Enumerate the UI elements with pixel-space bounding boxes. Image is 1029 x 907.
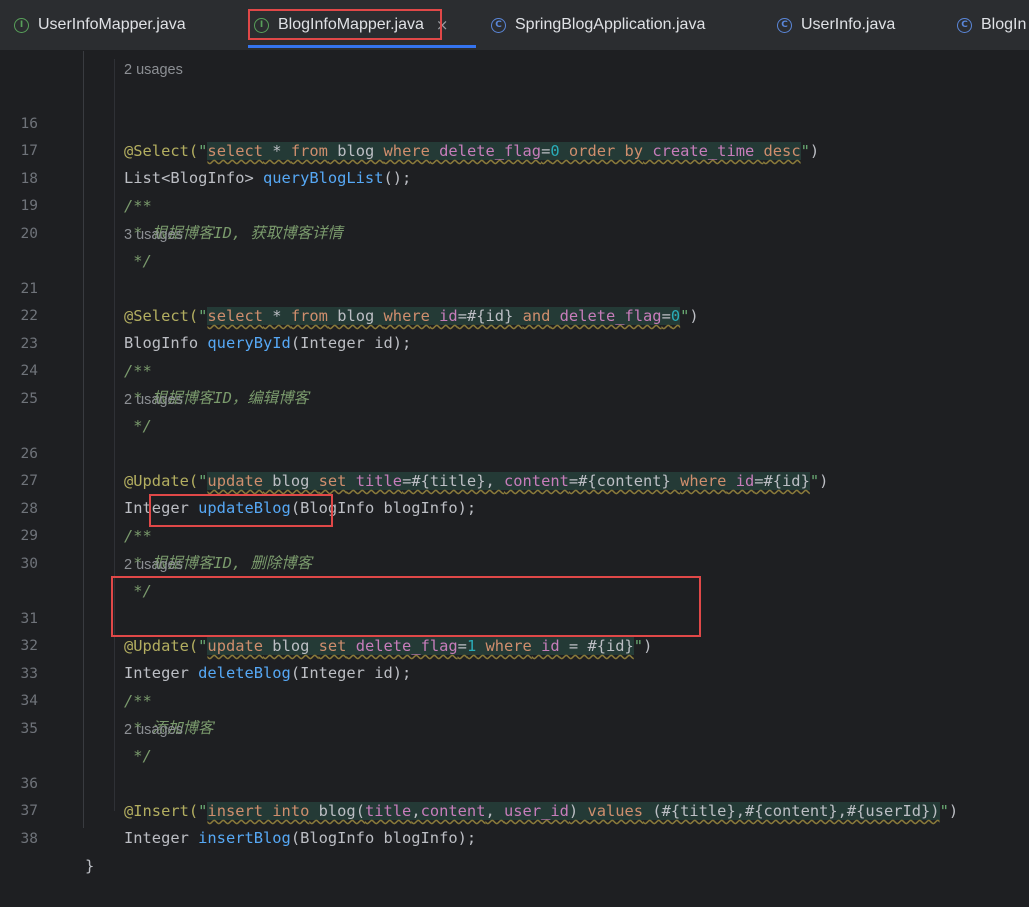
code-line-33: 33 /** — [0, 634, 1029, 710]
usages-hint[interactable]: 2 usages — [124, 555, 183, 575]
tab-label: BlogInfoMapper.java — [278, 16, 424, 33]
code-line-30: 30 */ — [0, 524, 1029, 600]
usages-hint[interactable]: 2 usages — [124, 390, 183, 410]
close-tab-icon[interactable]: × — [436, 16, 449, 34]
tab-label: UserInfo.java — [801, 16, 896, 33]
code-line-18: 18 /** — [0, 139, 1029, 215]
line-number: 35 — [20, 721, 38, 737]
tab-bloginfo[interactable]: C BlogIn — [957, 0, 1026, 50]
code-line-26: 26 @Update("update blog set title=#{titl… — [0, 414, 1029, 490]
code-line-20: 20 */ — [0, 194, 1029, 270]
class-icon: C — [777, 17, 792, 33]
code-line-31: 31 @Update("update blog set delete_flag=… — [0, 579, 1029, 655]
code-line-27: 27 Integer updateBlog(BlogInfo blogInfo)… — [0, 441, 1029, 517]
interface-icon: I — [14, 17, 29, 33]
code-line-19: 19 * 根据博客ID, 获取博客详情 — [0, 166, 1029, 242]
code-line-38: 38 } — [0, 799, 1029, 875]
code-line-36: 36 @Insert("insert into blog(title,conte… — [0, 744, 1029, 820]
code-line-28: 28 /** — [0, 469, 1029, 545]
code-line-25: 25 */ — [0, 359, 1029, 435]
usages-hint[interactable]: 3 usages — [124, 225, 183, 245]
code-line-21: 21 @Select("select * from blog where id=… — [0, 249, 1029, 325]
code-line-32: 32 Integer deleteBlog(Integer id); — [0, 606, 1029, 682]
code-line-22: 22 BlogInfo queryById(Integer id); — [0, 276, 1029, 352]
code-line-35: 35 */ — [0, 689, 1029, 765]
code-line-37: 37 Integer insertBlog(BlogInfo blogInfo)… — [0, 771, 1029, 847]
code-line-17: 17 List<BlogInfo> queryBlogList(); — [0, 111, 1029, 187]
tab-userinfomapper[interactable]: I UserInfoMapper.java — [14, 0, 186, 50]
code-line-34: 34 * 添加博客 — [0, 661, 1029, 737]
line-number: 20 — [20, 226, 38, 242]
tab-bloginfomapper[interactable]: I BlogInfoMapper.java × — [254, 0, 448, 50]
editor-tab-bar: I UserInfoMapper.java I BlogInfoMapper.j… — [0, 0, 1029, 51]
class-icon: C — [957, 17, 972, 33]
active-tab-indicator — [248, 45, 476, 48]
code-line-16: 16 @Select("select * from blog where del… — [0, 84, 1029, 160]
usages-hint[interactable]: 2 usages — [124, 60, 183, 80]
usages-hint[interactable]: 2 usages — [124, 720, 183, 740]
code-line-29: 29 * 根据博客ID, 删除博客 — [0, 496, 1029, 572]
tab-label: SpringBlogApplication.java — [515, 16, 706, 33]
interface-icon: I — [254, 17, 269, 33]
tab-userinfo[interactable]: C UserInfo.java — [777, 0, 895, 50]
code-line-24: 24 * 根据博客ID，编辑博客 — [0, 331, 1029, 407]
line-number: 38 — [20, 831, 38, 847]
tab-springblogapplication[interactable]: C SpringBlogApplication.java — [491, 0, 705, 50]
tab-label: UserInfoMapper.java — [38, 16, 186, 33]
line-content: } — [85, 857, 95, 875]
spring-boot-class-icon: C — [491, 17, 506, 33]
code-editor[interactable]: 2 usages 16 @Select("select * from blog … — [0, 51, 1029, 875]
code-line-23: 23 /** — [0, 304, 1029, 380]
line-content: Integer insertBlog(BlogInfo blogInfo); — [124, 829, 477, 847]
line-number: 30 — [20, 556, 38, 572]
tab-label: BlogIn — [981, 16, 1027, 33]
line-number: 25 — [20, 391, 38, 407]
